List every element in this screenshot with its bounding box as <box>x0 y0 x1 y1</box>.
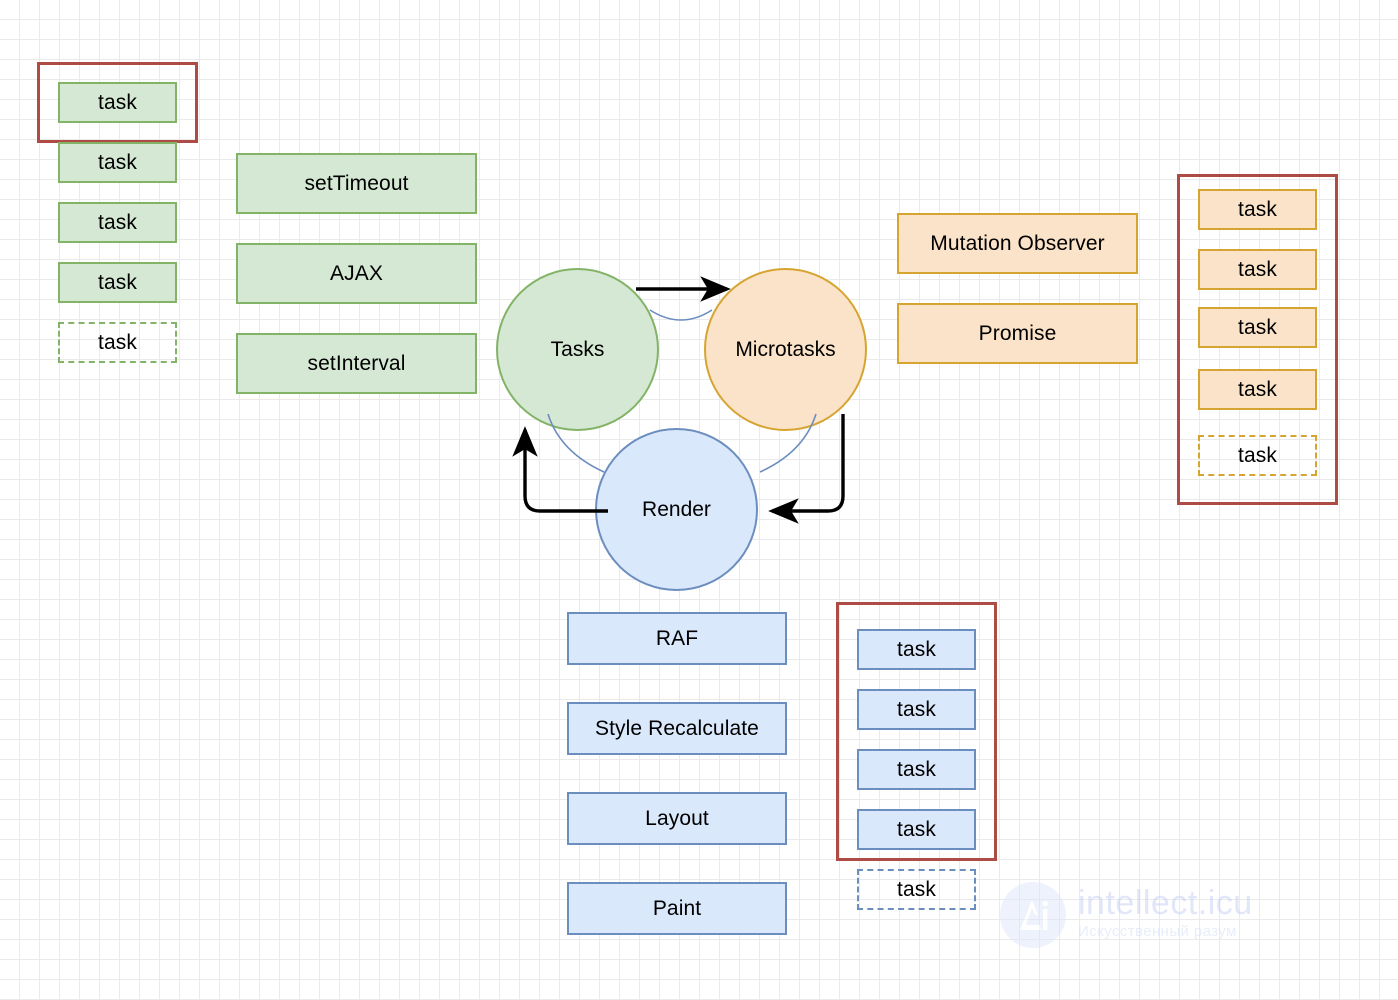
right-task-item-3-label: task <box>1238 315 1277 339</box>
microtask-source-mutation-observer-label: Mutation Observer <box>930 231 1105 255</box>
render-task-item-2[interactable]: task <box>857 689 976 730</box>
microtask-source-mutation-observer[interactable]: Mutation Observer <box>897 213 1138 274</box>
task-source-setinterval[interactable]: setInterval <box>236 333 477 394</box>
left-task-item-5-label: task <box>98 330 137 354</box>
render-task-item-2-label: task <box>897 697 936 721</box>
watermark-title: intellect.icu <box>1078 884 1253 922</box>
render-task-item-5-pending[interactable]: task <box>857 869 976 910</box>
left-task-item-4[interactable]: task <box>58 262 177 303</box>
right-task-item-5-pending[interactable]: task <box>1198 435 1317 476</box>
watermark: intellect.icu Искусственный разум <box>1000 882 1253 948</box>
render-step-paint-label: Paint <box>652 896 702 920</box>
right-task-item-4[interactable]: task <box>1198 369 1317 410</box>
right-task-item-1[interactable]: task <box>1198 189 1317 230</box>
render-task-item-5-label: task <box>897 877 936 901</box>
watermark-text: intellect.icu Искусственный разум <box>1078 886 1253 944</box>
cycle-node-tasks[interactable]: Tasks <box>496 268 659 431</box>
cycle-node-microtasks[interactable]: Microtasks <box>704 268 867 431</box>
right-task-item-1-label: task <box>1238 197 1277 221</box>
left-task-item-4-label: task <box>98 270 137 294</box>
render-step-paint[interactable]: Paint <box>567 882 787 935</box>
task-source-ajax[interactable]: AJAX <box>236 243 477 304</box>
render-task-item-1[interactable]: task <box>857 629 976 670</box>
left-task-item-5-pending[interactable]: task <box>58 322 177 363</box>
task-source-setinterval-label: setInterval <box>307 351 406 375</box>
right-task-item-3[interactable]: task <box>1198 307 1317 348</box>
watermark-a-glyph <box>1020 900 1048 930</box>
render-task-item-4[interactable]: task <box>857 809 976 850</box>
task-source-ajax-label: AJAX <box>330 261 383 285</box>
task-source-settimeout-label: setTimeout <box>304 171 409 195</box>
microtask-source-promise[interactable]: Promise <box>897 303 1138 364</box>
microtask-source-promise-label: Promise <box>978 321 1057 345</box>
left-task-item-3-label: task <box>98 210 137 234</box>
render-step-layout[interactable]: Layout <box>567 792 787 845</box>
diagram-canvas: task task task task task setTimeout AJAX… <box>0 0 1398 1000</box>
cycle-node-render-label: Render <box>642 497 711 521</box>
left-task-item-2[interactable]: task <box>58 142 177 183</box>
render-task-item-3[interactable]: task <box>857 749 976 790</box>
render-step-raf-label: RAF <box>655 626 699 650</box>
right-task-item-2[interactable]: task <box>1198 249 1317 290</box>
render-step-style-recalculate[interactable]: Style Recalculate <box>567 702 787 755</box>
render-step-layout-label: Layout <box>645 806 709 830</box>
left-task-item-1-label: task <box>98 90 137 114</box>
cycle-node-tasks-label: Tasks <box>550 337 605 361</box>
left-task-item-3[interactable]: task <box>58 202 177 243</box>
task-source-settimeout[interactable]: setTimeout <box>236 153 477 214</box>
render-task-item-1-label: task <box>897 637 936 661</box>
render-task-item-3-label: task <box>897 757 936 781</box>
cycle-node-microtasks-label: Microtasks <box>735 337 836 361</box>
left-task-item-2-label: task <box>98 150 137 174</box>
render-step-style-recalculate-label: Style Recalculate <box>595 716 759 740</box>
arc-tasks-microtasks <box>649 309 713 321</box>
watermark-subtitle: Искусственный разум <box>1078 923 1237 940</box>
right-task-item-5-label: task <box>1238 443 1277 467</box>
cycle-node-render[interactable]: Render <box>595 428 758 591</box>
right-task-item-2-label: task <box>1238 257 1277 281</box>
watermark-logo-icon <box>1000 882 1066 948</box>
render-task-item-4-label: task <box>897 817 936 841</box>
render-step-raf[interactable]: RAF <box>567 612 787 665</box>
right-task-item-4-label: task <box>1238 377 1277 401</box>
left-task-item-1[interactable]: task <box>58 82 177 123</box>
